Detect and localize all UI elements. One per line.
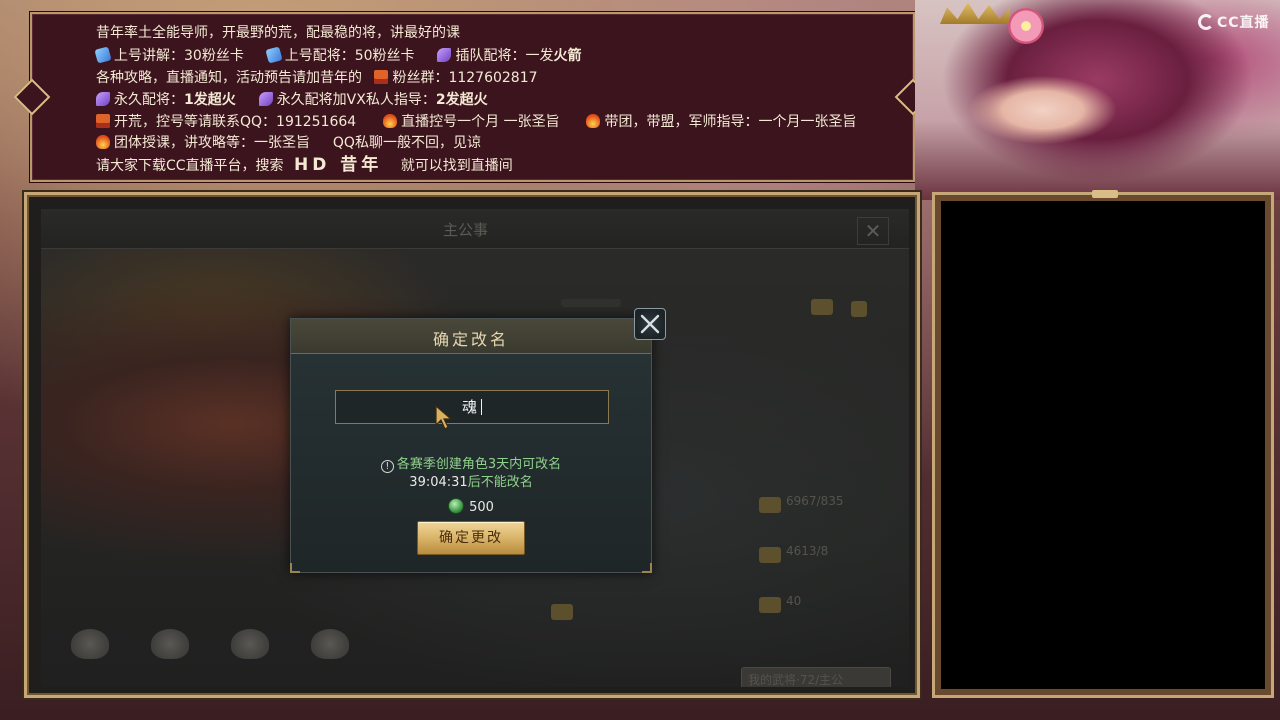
jade-coin-icon: [448, 498, 465, 514]
blurred-lotus-icon: [231, 629, 269, 659]
announcement-text: 永久配将加VX私人指导：: [276, 92, 436, 108]
announcement-text: 上号讲解：30粉丝卡: [114, 48, 244, 64]
rename-dialog-title: 确定改名: [432, 330, 509, 349]
rename-countdown: 39:04:31后不能改名: [291, 471, 651, 490]
game-top-bar: 主公事 ✕: [41, 209, 909, 249]
corner-ornament: [290, 563, 300, 573]
blurred-stat: 4613/8: [786, 544, 829, 558]
flame-icon: [586, 114, 601, 128]
blurred-text-bar: [561, 299, 621, 307]
close-dialog-button[interactable]: [634, 308, 666, 340]
flame-icon: [383, 114, 398, 128]
mouse-pointer-icon: [435, 405, 453, 430]
cc-logo-icon: [1198, 14, 1214, 30]
announcement-line-2: 上号讲解：30粉丝卡 上号配将：50粉丝卡 插队配将：一发火箭: [94, 46, 582, 65]
announcement-line-4: 永久配将：1发超火 永久配将加VX私人指导：2发超火: [96, 91, 488, 109]
announcement-text: 永久配将：: [114, 92, 184, 108]
flower-ornament: [1008, 8, 1044, 44]
new-name-input[interactable]: 魂: [335, 390, 609, 424]
announcement-highlight: HD 昔年: [294, 155, 383, 175]
game-window-title: 主公事: [443, 221, 489, 239]
blurred-gold-icon: [811, 299, 833, 315]
rocket-icon: [437, 48, 452, 62]
webcam-panel: [932, 192, 1274, 698]
announcement-text: 带团，带盟，军师指导：一个月一张圣旨: [604, 114, 857, 130]
announcement-text: 火箭: [553, 48, 582, 64]
blurred-footer-bar: 我的武将·72/主公: [741, 667, 891, 687]
blurred-footer-text: 我的武将·72/主公: [748, 673, 844, 687]
blurred-stat: 40: [786, 594, 802, 608]
close-icon: [640, 314, 660, 334]
rename-notice: ! 各赛季创建角色3天内可改名: [291, 453, 651, 473]
rocket-icon: [258, 92, 273, 106]
announcement-text: QQ私聊一般不回，见谅: [332, 135, 481, 151]
rename-dialog-header: 确定改名: [291, 319, 651, 354]
announcement-text: 上号配将：50粉丝卡: [284, 48, 415, 64]
rename-cost-value: 500: [469, 500, 494, 515]
announcement-line-7: 请大家下载CC直播平台，搜索 HD 昔年 就可以找到直播间: [96, 156, 513, 175]
gift-icon: [96, 114, 110, 128]
frame-ornament: [1092, 190, 1118, 198]
countdown-timer: 39:04:31: [409, 475, 468, 490]
blurred-gold-icon: [759, 547, 781, 563]
rename-cost: 500: [291, 498, 651, 515]
platform-logo-text: CC直播: [1217, 15, 1270, 31]
announcement-panel: 昔年率土全能导师，开最野的荒，配最稳的将，讲最好的课 上号讲解：30粉丝卡 上号…: [30, 12, 915, 182]
announcement-line-1: 昔年率土全能导师，开最野的荒，配最稳的将，讲最好的课: [96, 24, 460, 42]
corner-ornament: [642, 563, 652, 573]
platform-logo: CC直播: [1198, 12, 1270, 32]
blurred-gold-icon: [759, 597, 781, 613]
blurred-gold-icon: [759, 497, 781, 513]
rocket-icon: [96, 92, 110, 106]
new-name-input-value: 魂: [461, 398, 477, 416]
blurred-gold-icon: [851, 301, 867, 317]
announcement-text: 粉丝群：1127602817: [392, 70, 538, 86]
ticket-icon: [265, 46, 283, 64]
rename-notice-text: 各赛季创建角色3天内可改名: [396, 457, 562, 472]
blurred-lotus-icon: [311, 629, 349, 659]
blurred-gold-icon: [551, 604, 573, 620]
blurred-lotus-icon: [71, 629, 109, 659]
announcement-line-5: 开荒，控号等请联系QQ：191251664 直播控号一个月 一张圣旨 带团，带盟…: [96, 113, 856, 131]
announcement-text: 昔年率土全能导师，开最野的荒，配最稳的将，讲最好的课: [96, 25, 460, 41]
confirm-rename-button[interactable]: 确定更改: [417, 521, 525, 555]
game-close-button[interactable]: ✕: [857, 217, 889, 245]
countdown-suffix: 后不能改名: [467, 475, 533, 490]
announcement-text: 2发超火: [435, 92, 488, 108]
announcement-text: 开荒，控号等请联系QQ：191251664: [114, 114, 357, 130]
announcement-text: 请大家下载CC直播平台，搜索: [96, 158, 284, 174]
text-caret: [481, 399, 482, 415]
webcam-area: [945, 205, 1261, 685]
announcement-line-3: 各种攻略，直播通知，活动预告请加昔年的 粉丝群：1127602817: [96, 69, 538, 87]
announcement-text: 1发超火: [184, 92, 236, 108]
ticket-icon: [94, 46, 112, 64]
rename-dialog: 确定改名 魂 ! 各赛季创建角色3天内可改名 39:04:31后不能改名 500 …: [290, 318, 652, 573]
announcement-line-6: 团体授课，讲攻略等：一张圣旨 QQ私聊一般不回，见谅: [96, 134, 481, 152]
flame-icon: [96, 135, 110, 149]
blurred-stat: 6967/835: [786, 494, 844, 508]
announcement-text: 插队配将：一发: [455, 48, 554, 64]
blurred-lotus-icon: [151, 629, 189, 659]
announcement-text: 团体授课，讲攻略等：一张圣旨: [114, 135, 310, 151]
announcement-text: 各种攻略，直播通知，活动预告请加昔年的: [96, 70, 362, 86]
announcement-text: 就可以找到直播间: [400, 158, 513, 174]
gift-icon: [374, 70, 389, 84]
announcement-text: 直播控号一个月 一张圣旨: [401, 114, 560, 130]
